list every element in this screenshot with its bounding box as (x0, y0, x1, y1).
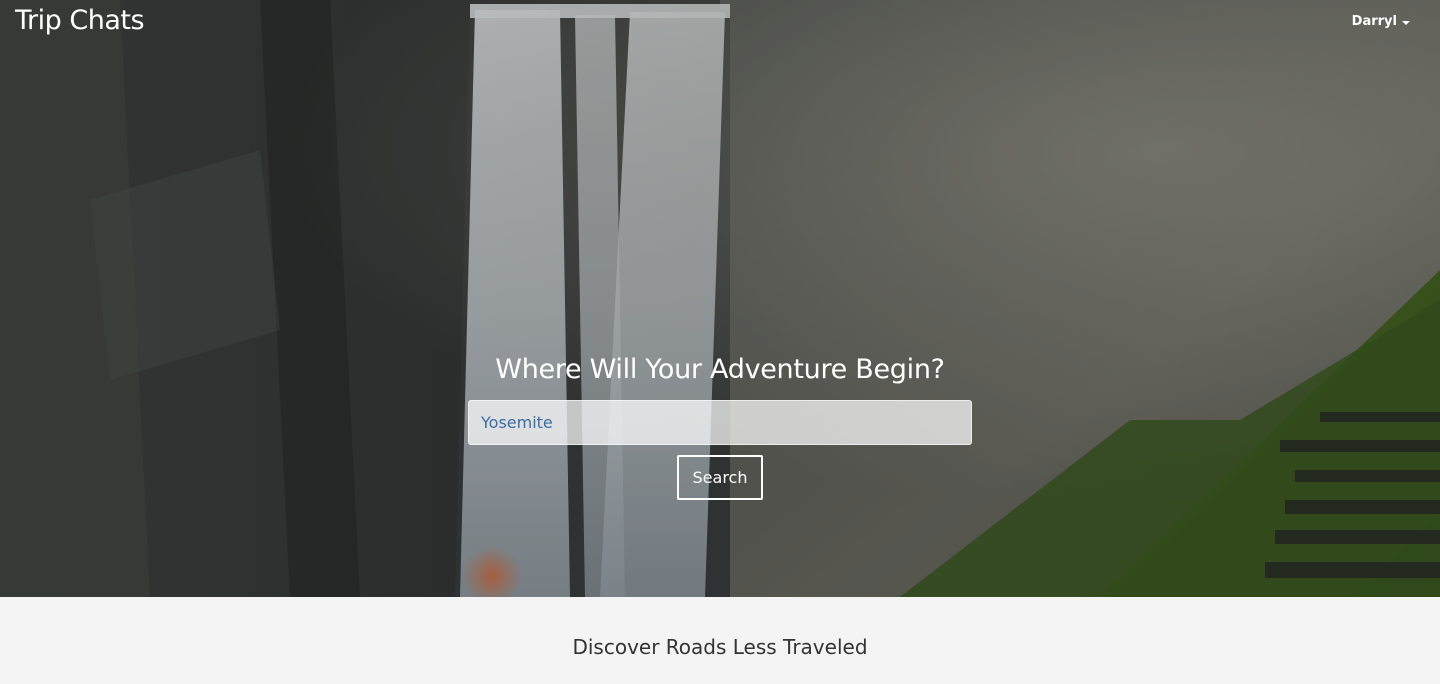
section-heading: Discover Roads Less Traveled (572, 635, 868, 659)
search-button[interactable]: Search (677, 455, 763, 500)
destination-search-input[interactable] (468, 400, 972, 445)
caret-down-icon (1402, 21, 1410, 25)
user-menu-label: Darryl (1351, 14, 1397, 29)
top-navbar: Trip Chats Darryl (0, 0, 1440, 44)
hero-title: Where Will Your Adventure Begin? (495, 354, 945, 385)
discover-section: Discover Roads Less Traveled (0, 597, 1440, 684)
user-menu-dropdown[interactable]: Darryl (1352, 14, 1410, 29)
brand-logo-link[interactable]: Trip Chats (15, 5, 145, 36)
hero-section: Trip Chats Darryl Where Will Your Advent… (0, 0, 1440, 597)
waterfall-background-image (0, 0, 1440, 597)
